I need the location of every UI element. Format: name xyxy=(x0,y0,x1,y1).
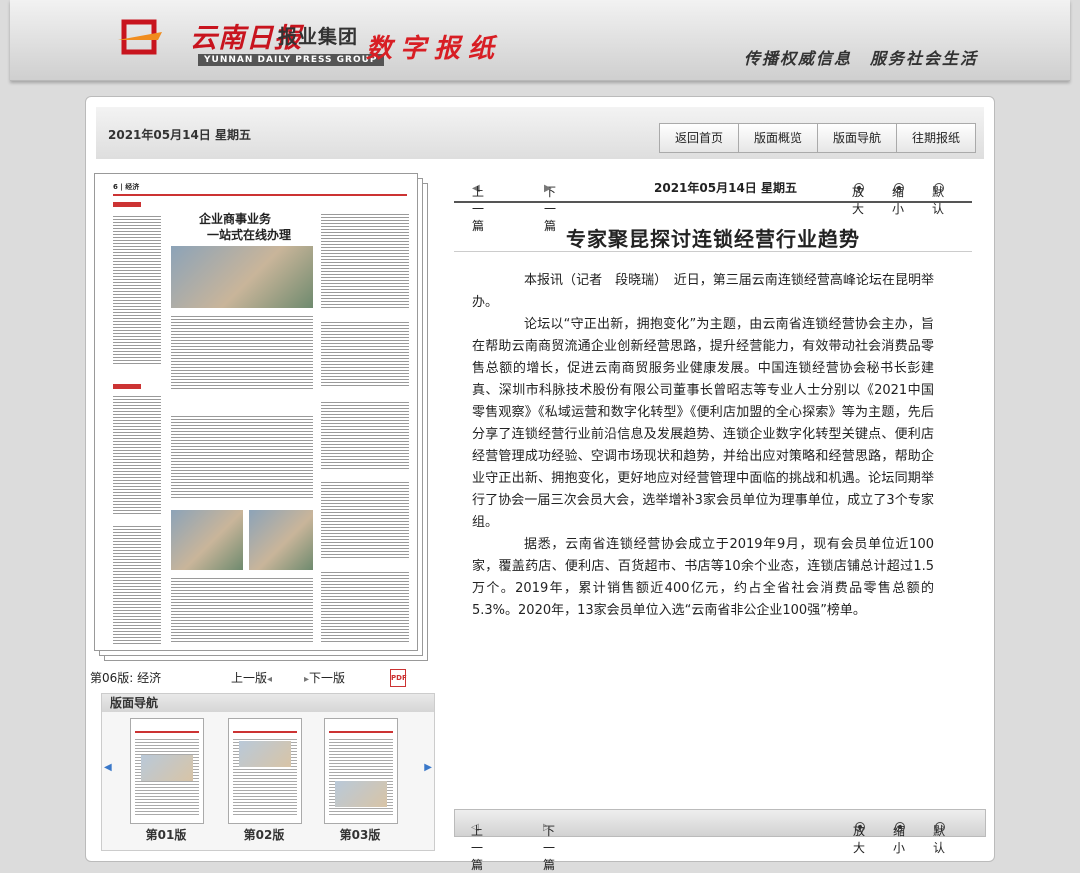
bottom-prev-label: 上一篇 xyxy=(471,824,484,872)
article-nav: ◀ 上一篇 下一篇 ▶ 2021年05月14日 星期五 放大 缩小 默认 xyxy=(454,175,972,233)
text-column xyxy=(113,214,161,364)
thumbnail-label-03[interactable]: 第03版 xyxy=(324,826,396,843)
page-photo xyxy=(171,510,243,570)
slogan: 传播权威信息 服务社会生活 xyxy=(743,49,978,68)
logo-english-name: YUNNAN DAILY PRESS GROUP xyxy=(198,54,384,66)
archive-button[interactable]: 往期报纸 xyxy=(896,123,976,153)
radio-icon xyxy=(855,822,865,832)
newspaper-page[interactable]: 6 | 经济 企业商事业务 一站式在线办理 xyxy=(94,173,418,651)
top-nav: 返回首页 版面概览 版面导航 往期报纸 xyxy=(659,123,976,153)
thumb-photo xyxy=(141,755,193,781)
section-marker xyxy=(113,384,141,389)
issue-date: 2021年05月14日 星期五 xyxy=(108,128,251,142)
radio-icon xyxy=(934,183,944,193)
page-headline-line2: 一站式在线办理 xyxy=(207,228,292,242)
text-column xyxy=(171,414,313,500)
pdf-download-icon[interactable]: PDF xyxy=(390,669,407,687)
bottom-article-nav: ◁ 上一篇 下一篇 ▷ 放大 缩小 默认 xyxy=(454,809,986,872)
current-page-label: 第06版: 经济 xyxy=(90,671,162,685)
article-title: 专家聚昆探讨连锁经营行业趋势 xyxy=(566,227,860,251)
prev-page-link[interactable]: 上一版◂ xyxy=(231,669,272,686)
arrow-right-icon: ▶ xyxy=(544,183,552,194)
page-preview[interactable]: 6 | 经济 企业商事业务 一站式在线办理 xyxy=(94,173,428,661)
thumbnail-nav-title: 版面导航 xyxy=(102,694,434,712)
main-panel: 2021年05月14日 星期五 返回首页 版面概览 版面导航 往期报纸 6 | … xyxy=(85,96,995,872)
text-column xyxy=(171,314,313,390)
thumbnail-next-arrow-icon[interactable]: ▶ xyxy=(424,762,432,773)
thumb-photo xyxy=(239,741,291,767)
thumbnail-label-01[interactable]: 第01版 xyxy=(130,826,202,843)
page-section-tag: 6 | 经济 xyxy=(113,183,140,191)
prev-page-label: 上一版 xyxy=(231,671,268,685)
page-photo xyxy=(171,246,313,308)
text-column xyxy=(113,524,161,644)
next-page-link[interactable]: ▸下一版 xyxy=(304,669,345,686)
arrow-right-icon: ▷ xyxy=(543,822,551,833)
logo-group-label: 报业集团 xyxy=(278,26,359,48)
text-column xyxy=(113,394,161,514)
text-column xyxy=(321,212,409,308)
product-name: 数字报纸 xyxy=(366,34,503,64)
article-date: 2021年05月14日 星期五 xyxy=(654,181,797,195)
page-headline-line1: 企业商事业务 xyxy=(199,212,272,226)
thumb-photo xyxy=(335,781,387,807)
thumbnail-label-02[interactable]: 第02版 xyxy=(228,826,300,843)
next-page-label: 下一版 xyxy=(309,671,346,685)
section-marker xyxy=(113,202,141,207)
arrow-left-icon: ◂ xyxy=(267,674,273,685)
title-divider xyxy=(454,251,972,252)
thumbnail-page-02[interactable] xyxy=(228,718,302,824)
page-photo xyxy=(249,510,313,570)
top-bar: 2021年05月14日 星期五 返回首页 版面概览 版面导航 往期报纸 xyxy=(96,107,984,159)
radio-icon xyxy=(854,183,864,193)
text-column xyxy=(171,576,313,642)
radio-icon xyxy=(894,183,904,193)
text-column xyxy=(321,400,409,470)
thumbnail-prev-arrow-icon[interactable]: ◀ xyxy=(104,762,112,773)
thumb-header xyxy=(233,723,297,733)
radio-icon xyxy=(935,822,945,832)
page-nav-button[interactable]: 版面导航 xyxy=(817,123,897,153)
article-body: 本报讯（记者 段晓瑞） 近日，第三届云南连锁经营高峰论坛在昆明举办。 论坛以“守… xyxy=(472,270,934,622)
text-column xyxy=(321,570,409,644)
text-column xyxy=(321,480,409,560)
article-paragraph: 据悉，云南省连锁经营协会成立于2019年9月，现有会员单位近100家，覆盖药店、… xyxy=(472,537,934,618)
page-header-strip: 6 | 经济 xyxy=(113,182,407,196)
article-paragraph: 论坛以“守正出新，拥抱变化”为主题，由云南省连锁经营协会主办，旨在帮助云南商贸流… xyxy=(472,317,934,530)
article-paragraph: 本报讯（记者 段晓瑞） 近日，第三届云南连锁经营高峰论坛在昆明举办。 xyxy=(472,273,934,310)
home-button[interactable]: 返回首页 xyxy=(659,123,739,153)
page-thumbnail-nav: 版面导航 ◀ ▶ 第01版 第02版 第03版 xyxy=(101,693,435,851)
overview-button[interactable]: 版面概览 xyxy=(738,123,818,153)
thumbnail-page-03[interactable] xyxy=(324,718,398,824)
article-rule xyxy=(454,201,972,203)
text-column xyxy=(321,320,409,388)
radio-icon xyxy=(895,822,905,832)
thumb-header xyxy=(329,723,393,733)
press-group-logo-icon xyxy=(118,19,162,55)
thumbnail-page-01[interactable] xyxy=(130,718,204,824)
site-header: 云南日报 报业集团 YUNNAN DAILY PRESS GROUP 数字报纸 … xyxy=(10,0,1070,81)
thumb-header xyxy=(135,723,199,733)
